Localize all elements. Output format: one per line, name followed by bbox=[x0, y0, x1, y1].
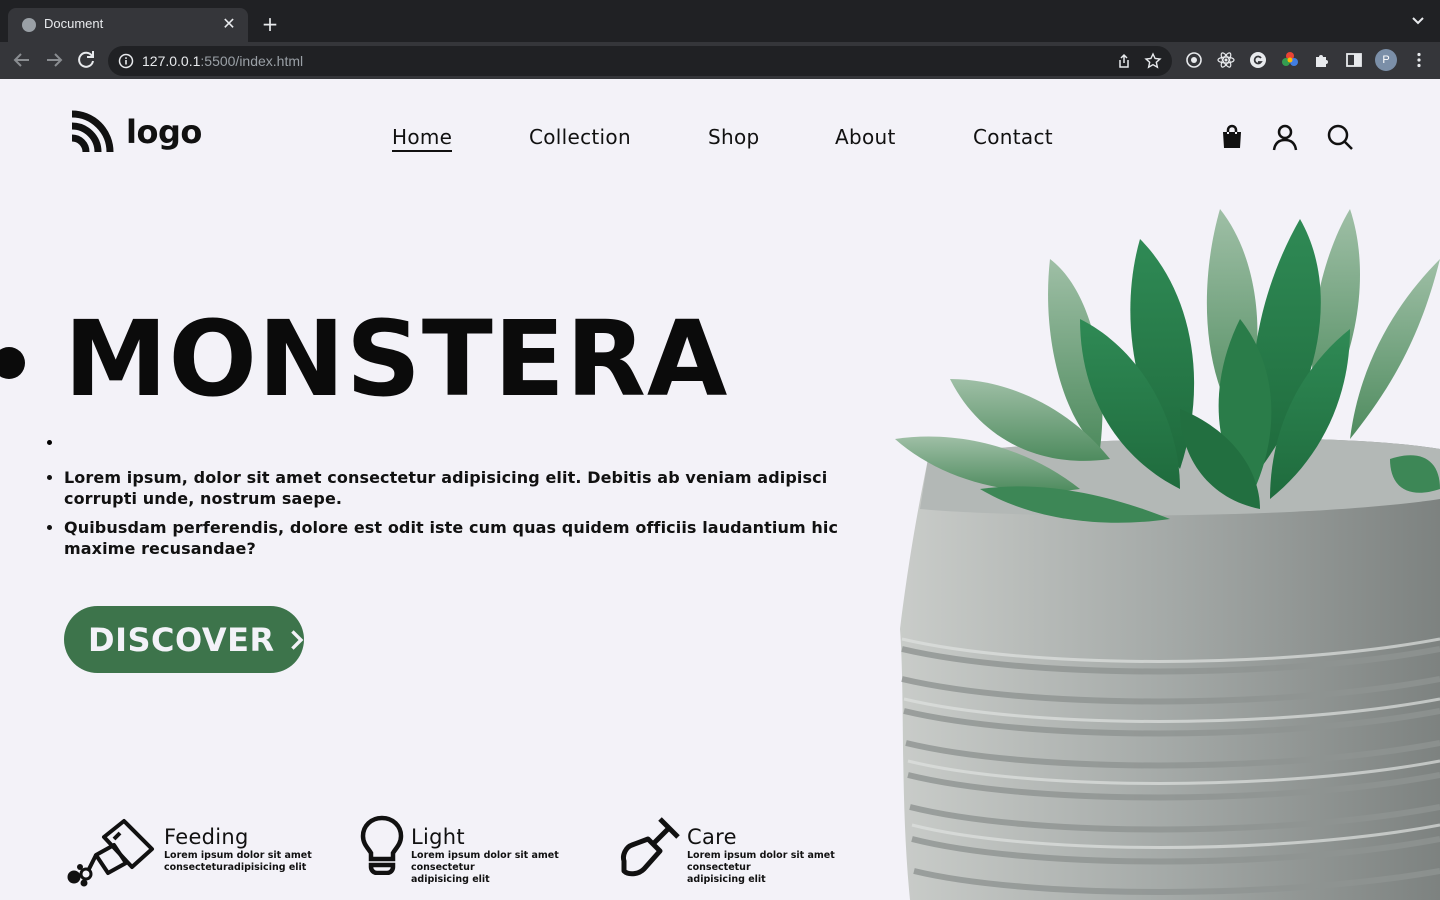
chevron-right-icon bbox=[290, 629, 303, 650]
nav-contact[interactable]: Contact bbox=[973, 125, 1053, 149]
feature-light: Light Lorem ipsum dolor sit amet consect… bbox=[360, 815, 620, 885]
tab-title: Document bbox=[44, 16, 104, 31]
globe-icon bbox=[22, 18, 36, 32]
url-path: :5500/index.html bbox=[200, 53, 304, 69]
url-text: 127.0.0.1:5500/index.html bbox=[142, 53, 303, 69]
light-bulb-icon bbox=[360, 815, 404, 875]
empty-list-item bbox=[64, 433, 864, 459]
browser-toolbar: 127.0.0.1:5500/index.html P bbox=[0, 42, 1440, 79]
url-host: 127.0.0.1 bbox=[142, 53, 201, 69]
watering-can-icon bbox=[67, 819, 154, 887]
profile-avatar[interactable]: P bbox=[1375, 49, 1397, 71]
feature-title: Care bbox=[687, 825, 737, 849]
nav-collection[interactable]: Collection bbox=[529, 125, 631, 149]
feature-desc-line: Lorem ipsum dolor sit amet consectetur bbox=[411, 850, 559, 873]
browser-tab-bar: Document ✕ + bbox=[0, 0, 1440, 42]
logo[interactable]: logo bbox=[70, 109, 202, 155]
hero-paragraph-2: Quibusdam perferendis, dolore est odit i… bbox=[64, 517, 864, 559]
nav-home[interactable]: Home bbox=[392, 125, 453, 152]
feature-desc-line: adipisicing elit bbox=[687, 874, 766, 885]
shovel-icon bbox=[621, 817, 680, 877]
feature-feeding: Feeding Lorem ipsum dolor sit amet consec… bbox=[66, 815, 336, 887]
user-icon[interactable] bbox=[1271, 123, 1299, 151]
feature-description: Lorem ipsum dolor sit amet consectetur ad… bbox=[411, 850, 620, 886]
chevron-down-icon[interactable] bbox=[1410, 12, 1426, 28]
feature-description: Lorem ipsum dolor sit amet consecteturadi… bbox=[164, 850, 312, 874]
discover-button[interactable]: DISCOVER bbox=[64, 606, 304, 673]
feature-desc-line: adipisicing elit bbox=[411, 874, 490, 885]
side-panel-icon[interactable] bbox=[1345, 51, 1363, 69]
new-tab-button[interactable]: + bbox=[258, 12, 282, 36]
browser-tab[interactable]: Document ✕ bbox=[8, 8, 248, 42]
share-icon[interactable] bbox=[1116, 53, 1132, 69]
feature-care: Care Lorem ipsum dolor sit amet consecte… bbox=[620, 815, 890, 885]
feature-title: Feeding bbox=[164, 825, 249, 849]
extensions-puzzle-icon[interactable] bbox=[1313, 51, 1331, 69]
reload-icon[interactable] bbox=[74, 48, 98, 72]
info-icon[interactable] bbox=[118, 53, 134, 69]
search-icon[interactable] bbox=[1326, 123, 1354, 151]
feature-description: Lorem ipsum dolor sit amet consectetur ad… bbox=[687, 850, 890, 886]
extension-target-icon[interactable] bbox=[1185, 51, 1203, 69]
star-icon[interactable] bbox=[1144, 52, 1162, 70]
logo-text: logo bbox=[126, 113, 202, 151]
extension-color-icon[interactable] bbox=[1281, 51, 1299, 69]
discover-label: DISCOVER bbox=[88, 620, 275, 659]
logo-mark-icon bbox=[71, 110, 114, 153]
succulent-pot-image bbox=[895, 209, 1440, 900]
nav-about[interactable]: About bbox=[835, 125, 896, 149]
feature-desc-line: Lorem ipsum dolor sit amet consectetur bbox=[687, 850, 835, 873]
address-bar[interactable]: 127.0.0.1:5500/index.html bbox=[108, 46, 1172, 76]
feature-title: Light bbox=[411, 825, 465, 849]
tab-close-button[interactable]: ✕ bbox=[218, 13, 240, 35]
hero-paragraph-1: Lorem ipsum, dolor sit amet consectetur … bbox=[64, 467, 864, 509]
more-menu-icon[interactable] bbox=[1410, 51, 1428, 69]
hero-title: MONSTERA bbox=[64, 299, 864, 419]
extension-grammar-icon[interactable] bbox=[1249, 51, 1267, 69]
forward-icon[interactable] bbox=[42, 48, 66, 72]
feature-desc-line: consecteturadipisicing elit bbox=[164, 862, 307, 873]
back-icon[interactable] bbox=[10, 48, 34, 72]
nav-shop[interactable]: Shop bbox=[708, 125, 760, 149]
page: logo Home Collection Shop About Contact … bbox=[0, 79, 1440, 900]
hero-content: MONSTERA Lorem ipsum, dolor sit amet con… bbox=[64, 299, 864, 559]
feature-desc-line: Lorem ipsum dolor sit amet bbox=[164, 850, 312, 861]
extension-react-icon[interactable] bbox=[1217, 51, 1235, 69]
shopping-bag-icon[interactable] bbox=[1218, 123, 1246, 151]
